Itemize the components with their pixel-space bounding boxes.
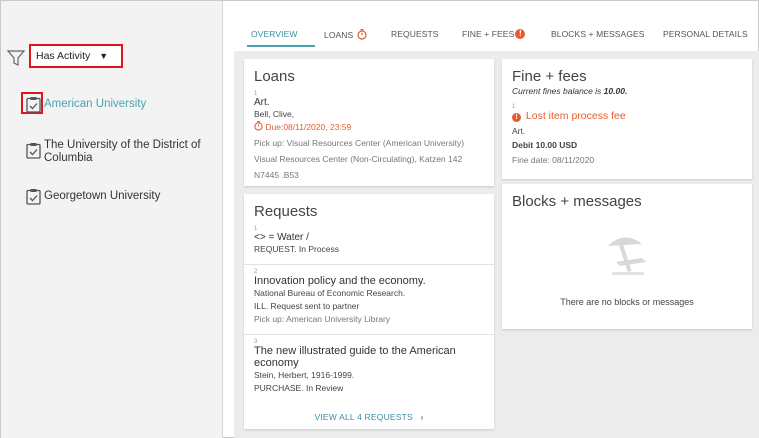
tab-fine-fees[interactable]: FINE + FEES! (462, 29, 526, 39)
institution-district-of-columbia[interactable]: The University of the District of Columb… (26, 139, 204, 165)
institution-georgetown-university[interactable]: Georgetown University (26, 188, 160, 205)
caret-down-icon: ▼ (99, 51, 109, 61)
request-status: ILL. Request sent to partner (254, 301, 360, 311)
request-status: REQUEST. In Process (254, 244, 340, 254)
blocks-empty-message: There are no blocks or messages (560, 297, 694, 307)
requests-card: Requests 1 <> = Water / REQUEST. In Proc… (244, 194, 494, 429)
active-tab-indicator (247, 45, 315, 47)
fine-date: Fine date: 08/11/2020 (512, 155, 595, 165)
institution-label: The University of the District of Columb… (44, 139, 201, 164)
view-all-requests-link[interactable]: VIEW ALL 4 REQUESTS › (254, 412, 484, 422)
tab-label: FINE + FEES (462, 29, 515, 39)
request-title: <> = Water / (254, 232, 309, 243)
account-tabs: OVERVIEW LOANS REQUESTS FINE + FEES! BLO… (223, 1, 758, 51)
request-author: Stein, Herbert, 1916-1999. (254, 370, 355, 380)
fines-balance-prefix: Current fines balance is (512, 86, 604, 96)
fines-balance: Current fines balance is 10.00. (512, 86, 742, 96)
alert-badge: ! (515, 29, 526, 39)
filter-icon (7, 50, 25, 66)
loan-call-number: N7445 .B53 (254, 170, 299, 180)
fine-type: ! Lost item process fee (512, 110, 742, 122)
tab-overview[interactable]: OVERVIEW (251, 29, 297, 39)
chevron-right-icon: › (420, 412, 424, 422)
overview-panel: Loans 1 Art. Bell, Clive, Due:08/11/2020… (234, 51, 759, 438)
tab-label: BLOCKS + MESSAGES (551, 29, 645, 39)
blocks-card: Blocks + messages There are no blocks or… (502, 184, 752, 329)
loan-pickup: Pick up: Visual Resources Center (Americ… (254, 138, 465, 148)
requests-title[interactable]: Requests (254, 203, 484, 220)
institution-sidebar: Has Activity ▼ American University The U… (1, 1, 223, 438)
tab-label: OVERVIEW (251, 29, 298, 39)
request-pickup: Pick up: American University Library (254, 314, 391, 324)
blocks-title[interactable]: Blocks + messages (512, 193, 742, 210)
activity-filter-label: Has Activity (36, 50, 91, 62)
institution-american-university[interactable]: American University (26, 96, 146, 113)
request-item[interactable]: 2 Innovation policy and the economy. Nat… (254, 269, 484, 334)
clipboard-check-icon (26, 143, 41, 159)
activity-filter-select[interactable]: Has Activity ▼ (29, 44, 123, 68)
loan-location: Visual Resources Center (Non-Circulating… (254, 154, 463, 164)
loan-due: Due:08/11/2020, 23:59 (254, 121, 484, 134)
request-item[interactable]: 1 <> = Water / REQUEST. In Process (254, 226, 484, 264)
beach-umbrella-icon (608, 237, 646, 275)
institution-label: Georgetown University (44, 190, 161, 202)
loan-author: Bell, Clive, (254, 109, 295, 119)
tab-loans[interactable]: LOANS (324, 29, 367, 40)
tab-requests[interactable]: REQUESTS (391, 29, 439, 39)
alert-icon: ! (512, 113, 521, 122)
request-item[interactable]: 3 The new illustrated guide to the Ameri… (254, 339, 484, 395)
tab-label: LOANS (324, 30, 354, 40)
loans-title[interactable]: Loans (254, 68, 484, 85)
tab-label: REQUESTS (391, 29, 439, 39)
fine-debit: Debit 10.00 USD (512, 140, 578, 150)
timer-icon (254, 121, 263, 131)
fine-item[interactable]: 1 ! Lost item process fee Art. Debit 10.… (512, 104, 742, 167)
fine-item-title: Art. (512, 126, 526, 136)
tab-label: PERSONAL DETAILS (663, 29, 748, 39)
request-status: PURCHASE. In Review (254, 383, 344, 393)
tab-personal-details[interactable]: PERSONAL DETAILS (663, 29, 748, 39)
loan-title: Art. (254, 97, 270, 108)
fines-card: Fine + fees Current fines balance is 10.… (502, 59, 752, 179)
fines-balance-value: 10.00. (603, 86, 628, 96)
divider (244, 264, 494, 265)
divider (244, 334, 494, 335)
clipboard-check-icon (26, 97, 41, 113)
clipboard-check-icon (26, 189, 41, 205)
activity-filter: Has Activity ▼ (7, 44, 123, 68)
loan-due-text: Due:08/11/2020, 23:59 (265, 122, 352, 132)
institution-label: American University (44, 98, 147, 110)
request-title: The new illustrated guide to the America… (254, 345, 456, 369)
fine-type-text: Lost item process fee (525, 110, 626, 122)
timer-icon (357, 29, 367, 40)
request-title: Innovation policy and the economy. (254, 275, 426, 287)
loan-item[interactable]: 1 Art. Bell, Clive, Due:08/11/2020, 23:5… (254, 91, 484, 182)
fines-title[interactable]: Fine + fees (512, 68, 742, 85)
request-author: National Bureau of Economic Research. (254, 288, 406, 298)
loans-card: Loans 1 Art. Bell, Clive, Due:08/11/2020… (244, 59, 494, 186)
view-all-label: VIEW ALL 4 REQUESTS (314, 412, 413, 422)
tab-blocks-messages[interactable]: BLOCKS + MESSAGES (551, 29, 645, 39)
